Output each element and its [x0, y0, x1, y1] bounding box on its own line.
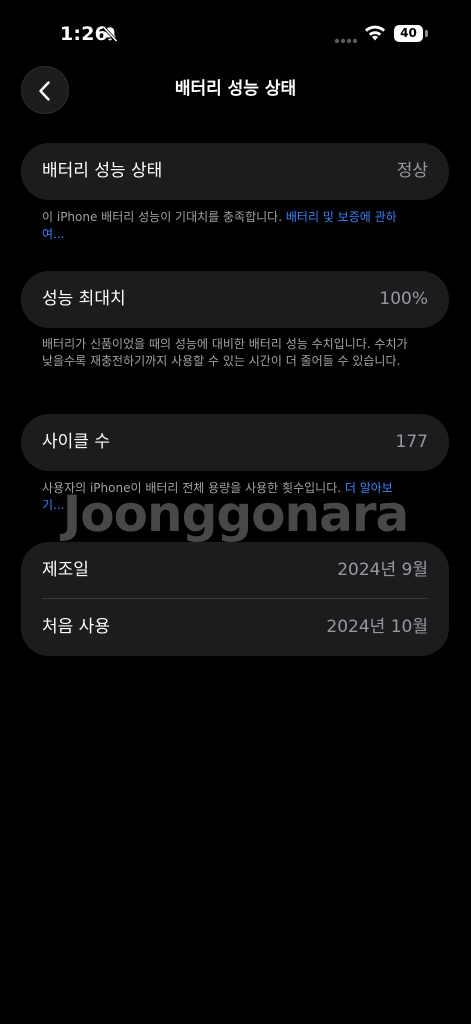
battery-tip — [425, 30, 428, 37]
cycle-count-footnote: 사용자의 iPhone이 배터리 전체 용량을 사용한 횟수입니다. 더 알아보… — [42, 480, 412, 514]
manufacture-date-label: 제조일 — [42, 560, 89, 580]
cycle-count-label: 사이클 수 — [42, 432, 110, 452]
manufacture-date-value: 2024년 9월 — [337, 560, 428, 580]
max-capacity-row: 성능 최대치 100% — [21, 271, 449, 328]
cycle-count-card: 사이클 수 177 — [21, 414, 449, 471]
battery-health-value: 정상 — [396, 161, 428, 181]
dates-card: 제조일 2024년 9월 처음 사용 2024년 10월 — [21, 542, 449, 656]
max-capacity-value: 100% — [379, 289, 428, 309]
battery-level: 40 — [394, 25, 423, 42]
battery-health-row: 배터리 성능 상태 정상 — [21, 143, 449, 200]
first-use-row: 처음 사용 2024년 10월 — [21, 599, 449, 656]
first-use-value: 2024년 10월 — [326, 617, 428, 637]
page-title: 배터리 성능 상태 — [174, 79, 297, 99]
battery-health-footnote-text: 이 iPhone 배터리 성능이 기대치를 충족합니다. — [42, 210, 286, 224]
battery-health-footnote: 이 iPhone 배터리 성능이 기대치를 충족합니다. 배터리 및 보증에 관… — [42, 209, 412, 243]
cycle-count-footnote-text: 사용자의 iPhone이 배터리 전체 용량을 사용한 횟수입니다. — [42, 481, 345, 495]
status-bar: 1:26 40 — [0, 0, 471, 60]
cycle-count-value: 177 — [395, 432, 428, 452]
first-use-label: 처음 사용 — [42, 617, 110, 637]
bell-slash-icon — [102, 25, 118, 43]
battery-health-card: 배터리 성능 상태 정상 — [21, 143, 449, 200]
battery-icon: 40 — [394, 25, 428, 42]
max-capacity-label: 성능 최대치 — [42, 289, 126, 309]
cellular-signal-icon — [334, 38, 358, 44]
battery-health-screen: 1:26 40 배터리 성능 상태 배터리 성능 상태 정상 이 iPhone … — [0, 0, 471, 1024]
max-capacity-card: 성능 최대치 100% — [21, 271, 449, 328]
max-capacity-footnote: 배터리가 신품이었을 때의 성능에 대비한 배터리 성능 수치입니다. 수치가 … — [42, 337, 408, 368]
cycle-count-row: 사이클 수 177 — [21, 414, 449, 471]
battery-health-label: 배터리 성능 상태 — [42, 161, 163, 181]
wifi-icon — [365, 25, 385, 41]
manufacture-date-row: 제조일 2024년 9월 — [21, 542, 449, 599]
